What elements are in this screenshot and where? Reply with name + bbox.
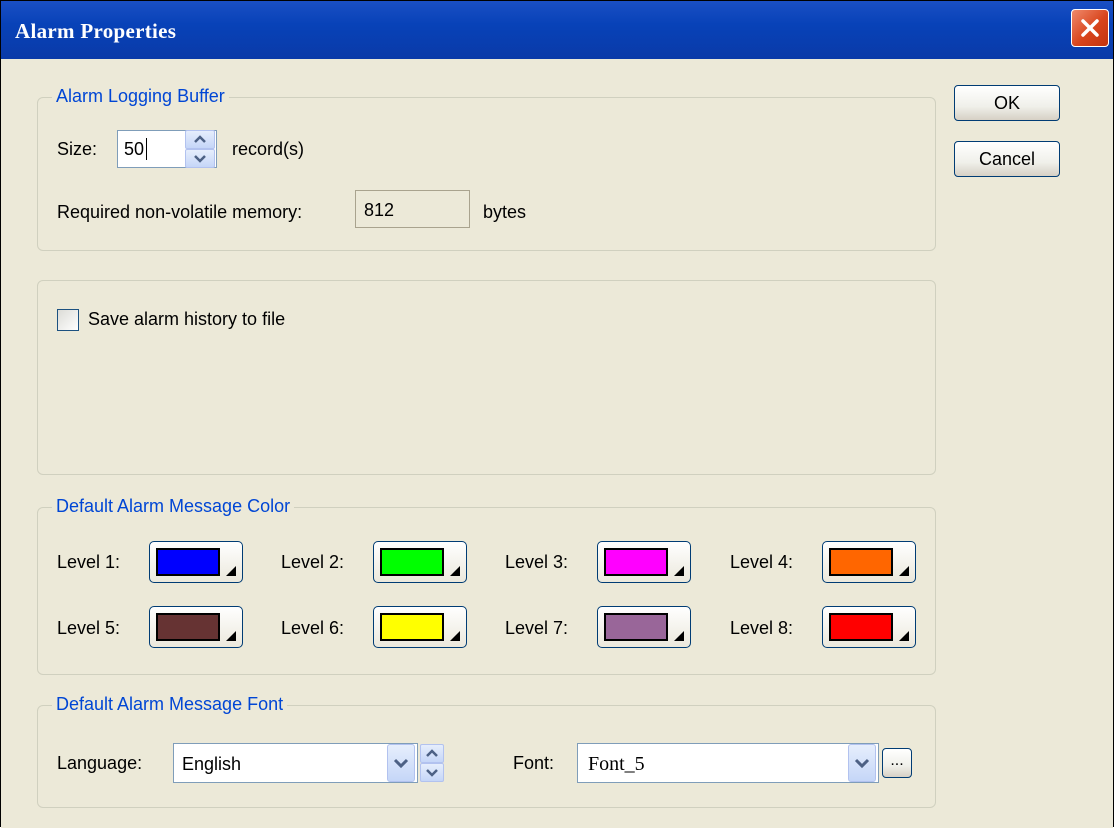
dropdown-triangle-icon bbox=[899, 631, 909, 641]
alarm-logging-buffer-group: Alarm Logging Buffer bbox=[37, 86, 936, 251]
level-5-color-button[interactable] bbox=[149, 606, 243, 648]
level-1-label: Level 1: bbox=[57, 552, 121, 572]
save-history-label[interactable]: Save alarm history to file bbox=[88, 309, 285, 330]
title-bar[interactable]: Alarm Properties bbox=[1, 1, 1113, 59]
language-dropdown-button[interactable] bbox=[387, 744, 415, 782]
font-dropdown-button[interactable] bbox=[848, 744, 876, 782]
level-6-label: Level 6: bbox=[281, 618, 345, 638]
size-unit-label: record(s) bbox=[232, 139, 305, 159]
size-value: 50 bbox=[124, 139, 145, 159]
dialog-body: OK Cancel Alarm Logging Buffer Size: 50 … bbox=[1, 59, 1113, 828]
memory-unit-label: bytes bbox=[483, 202, 527, 222]
close-button[interactable] bbox=[1071, 9, 1109, 47]
dropdown-triangle-icon bbox=[450, 566, 460, 576]
cancel-button[interactable]: Cancel bbox=[954, 141, 1060, 177]
dropdown-triangle-icon bbox=[450, 631, 460, 641]
dropdown-triangle-icon bbox=[226, 631, 236, 641]
chevron-down-icon bbox=[854, 758, 870, 769]
alarm-color-group: Default Alarm Message Color bbox=[37, 496, 936, 675]
dropdown-triangle-icon bbox=[226, 566, 236, 576]
font-value: Font_5 bbox=[588, 753, 645, 775]
level-4-label: Level 4: bbox=[730, 552, 794, 572]
level-4-swatch bbox=[829, 548, 893, 576]
size-spin-up[interactable] bbox=[185, 130, 215, 149]
chevron-down-icon bbox=[393, 758, 409, 769]
dropdown-triangle-icon bbox=[674, 566, 684, 576]
language-spin-up[interactable] bbox=[420, 744, 444, 763]
dropdown-triangle-icon bbox=[674, 631, 684, 641]
level-7-color-button[interactable] bbox=[597, 606, 691, 648]
alarm-font-legend: Default Alarm Message Font bbox=[52, 694, 288, 715]
save-history-checkbox[interactable] bbox=[57, 309, 79, 331]
level-8-color-button[interactable] bbox=[822, 606, 916, 648]
language-spin-down[interactable] bbox=[420, 763, 444, 782]
level-4-color-button[interactable] bbox=[822, 541, 916, 583]
level-1-swatch bbox=[156, 548, 220, 576]
level-6-swatch bbox=[380, 613, 444, 641]
language-spinner[interactable] bbox=[420, 744, 444, 782]
dialog-title: Alarm Properties bbox=[15, 19, 177, 43]
level-6-color-button[interactable] bbox=[373, 606, 467, 648]
font-label: Font: bbox=[513, 753, 555, 773]
close-icon bbox=[1081, 19, 1099, 37]
spin-up-icon bbox=[426, 749, 438, 757]
spin-up-icon bbox=[194, 135, 206, 143]
text-caret bbox=[146, 138, 147, 160]
level-5-label: Level 5: bbox=[57, 618, 121, 638]
ok-button[interactable]: OK bbox=[954, 85, 1060, 121]
language-label: Language: bbox=[57, 753, 143, 773]
level-7-swatch bbox=[604, 613, 668, 641]
level-1-color-button[interactable] bbox=[149, 541, 243, 583]
level-2-label: Level 2: bbox=[281, 552, 345, 572]
spin-down-icon bbox=[194, 155, 206, 163]
size-label: Size: bbox=[57, 139, 98, 159]
language-select[interactable]: English bbox=[173, 743, 418, 783]
language-value: English bbox=[182, 754, 242, 774]
memory-label: Required non-volatile memory: bbox=[57, 202, 303, 222]
font-select[interactable]: Font_5 bbox=[577, 743, 879, 783]
level-8-label: Level 8: bbox=[730, 618, 794, 638]
alarm-logging-buffer-legend: Alarm Logging Buffer bbox=[52, 86, 229, 107]
level-3-color-button[interactable] bbox=[597, 541, 691, 583]
spin-down-icon bbox=[426, 769, 438, 777]
level-2-color-button[interactable] bbox=[373, 541, 467, 583]
font-browse-button[interactable]: ... bbox=[882, 748, 912, 778]
dropdown-triangle-icon bbox=[899, 566, 909, 576]
alarm-color-legend: Default Alarm Message Color bbox=[52, 496, 295, 517]
alarm-properties-dialog: Alarm Properties OK Cancel Alarm Logging… bbox=[0, 0, 1114, 828]
memory-value-field: 812 bbox=[355, 190, 470, 228]
size-spinner[interactable] bbox=[185, 130, 215, 168]
level-3-label: Level 3: bbox=[505, 552, 569, 572]
memory-value: 812 bbox=[364, 200, 395, 220]
level-7-label: Level 7: bbox=[505, 618, 569, 638]
level-3-swatch bbox=[604, 548, 668, 576]
size-spin-down[interactable] bbox=[185, 149, 215, 168]
level-2-swatch bbox=[380, 548, 444, 576]
level-5-swatch bbox=[156, 613, 220, 641]
level-8-swatch bbox=[829, 613, 893, 641]
